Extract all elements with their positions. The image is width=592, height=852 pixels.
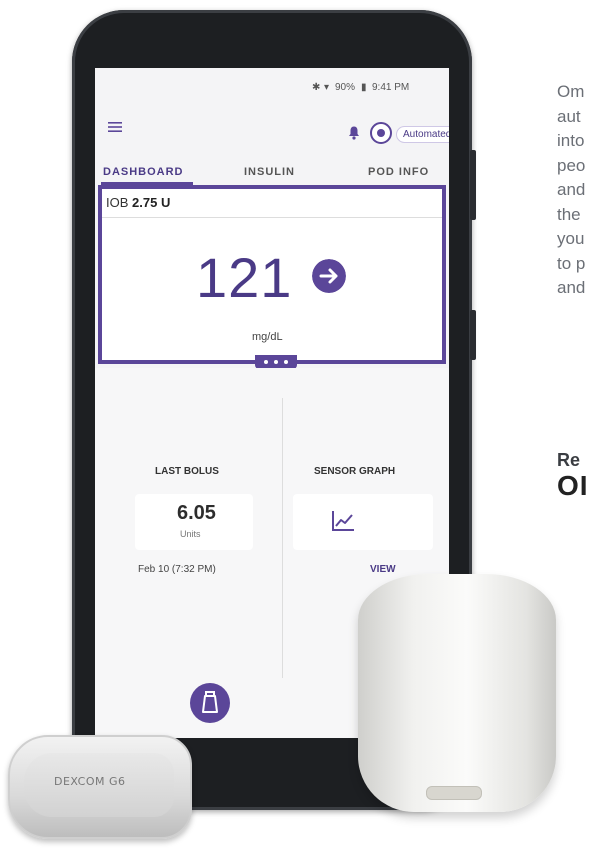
page-indicator — [255, 355, 297, 369]
tab-insulin[interactable]: INSULIN — [244, 166, 295, 178]
article-line: aut — [557, 106, 581, 126]
bolus-icon — [202, 691, 218, 713]
article-line: Om — [557, 82, 585, 101]
automated-ring-icon — [370, 122, 392, 144]
battery-percent: 90% — [335, 82, 356, 93]
divider — [102, 217, 442, 218]
battery-icon: ▮ — [361, 82, 367, 93]
bluetooth-icon: ✱ — [312, 82, 321, 93]
bolus-button[interactable] — [190, 683, 230, 723]
last-bolus-card[interactable]: 6.05 Units — [135, 494, 253, 550]
app-bar: Automated — [95, 108, 449, 150]
glucose-value: 121 — [196, 246, 293, 309]
automated-mode-label: Automated — [396, 126, 449, 143]
phone-side-button — [470, 310, 476, 360]
tab-bar: DASHBOARD INSULIN POD INFO — [95, 156, 449, 188]
sensor-face: DEXCOM G6 — [24, 753, 174, 817]
omnipod-device — [358, 574, 556, 812]
article-line: into — [557, 131, 585, 150]
article-big-heading: OI — [557, 470, 589, 501]
glucose-unit: mg/dL — [252, 331, 283, 343]
glucose-card[interactable]: IOB 2.75 U 121 mg/dL — [98, 185, 446, 364]
iob-label: IOB — [106, 195, 129, 210]
status-bar: ✱ ▾ 90% ▮ 9:41 PM — [95, 68, 449, 108]
sensor-brand-label: DEXCOM G6 — [54, 775, 126, 788]
last-bolus-value: 6.05 — [177, 502, 216, 524]
pod-window — [426, 786, 482, 800]
divider — [282, 398, 283, 678]
clock: 9:41 PM — [372, 82, 410, 93]
sensor-graph-title: SENSOR GRAPH — [314, 466, 396, 477]
tab-dashboard[interactable]: DASHBOARD — [103, 166, 184, 178]
article-line: you — [557, 229, 585, 248]
article-text: Om aut into peo and the you to p and — [557, 80, 592, 301]
signal-icon: ▾ — [324, 82, 330, 93]
phone-side-button — [470, 150, 476, 220]
article-line: to p — [557, 253, 586, 273]
graph-icon — [332, 511, 354, 531]
article-line: and — [557, 278, 586, 297]
article-line: peo — [557, 155, 586, 175]
sensor-graph-view-link[interactable]: VIEW — [370, 564, 396, 575]
iob-display: IOB 2.75 U — [106, 195, 170, 210]
sensor-graph-card[interactable] — [293, 494, 433, 550]
menu-icon[interactable] — [108, 122, 122, 132]
trend-arrow-icon — [312, 259, 346, 293]
article-line: and — [557, 180, 586, 199]
last-bolus-date: Feb 10 (7:32 PM) — [138, 564, 216, 575]
last-bolus-title: LAST BOLUS — [155, 466, 219, 477]
bell-icon[interactable] — [348, 126, 360, 140]
iob-value: 2.75 U — [132, 195, 171, 210]
article-line: the — [557, 204, 581, 224]
dexcom-sensor-device: DEXCOM G6 — [8, 735, 192, 839]
tab-pod-info[interactable]: POD INFO — [368, 166, 429, 178]
last-bolus-unit: Units — [180, 529, 201, 539]
article-subheading: Re — [557, 450, 581, 470]
